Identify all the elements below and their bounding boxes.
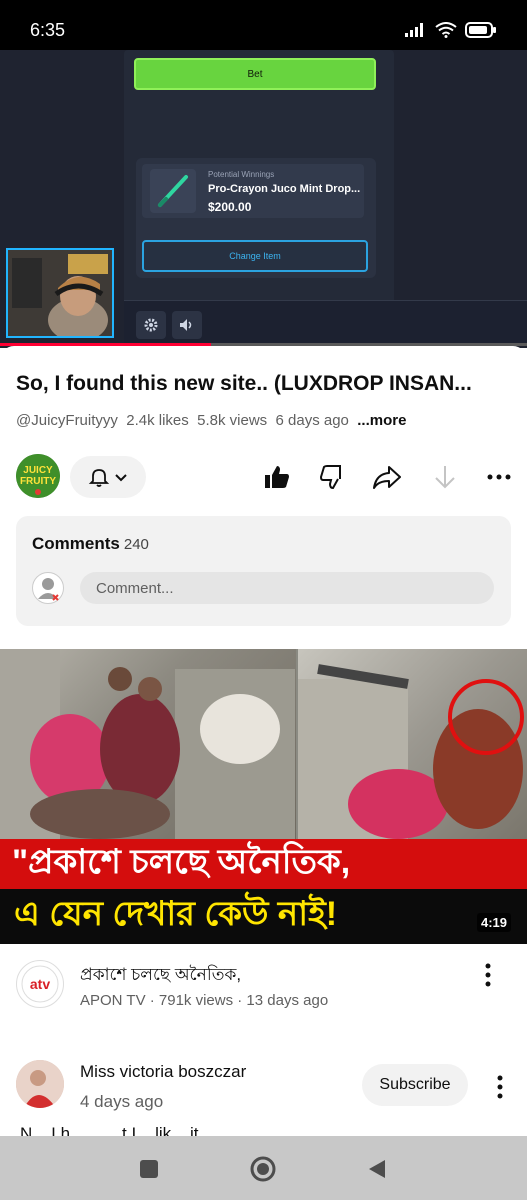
share-button[interactable] bbox=[372, 462, 402, 492]
more-link[interactable]: ...more bbox=[357, 412, 406, 429]
gear-icon bbox=[144, 318, 158, 332]
like-count: 2.4k likes bbox=[126, 412, 189, 429]
change-item-button: Change Item bbox=[142, 240, 368, 272]
potential-winnings-card: Potential Winnings Pro-Crayon Juco Mint … bbox=[136, 158, 376, 278]
item-price: $200.00 bbox=[208, 200, 252, 214]
back-triangle-icon bbox=[369, 1160, 385, 1178]
upload-age: 6 days ago bbox=[275, 412, 349, 429]
crayon-icon bbox=[158, 175, 188, 207]
video-details-sheet: So, I found this new site.. (LUXDROP INS… bbox=[0, 346, 527, 1136]
video-meta[interactable]: @JuicyFruityyy 2.4k likes 5.8k views 6 d… bbox=[16, 412, 406, 429]
more-horizontal-icon bbox=[487, 474, 511, 480]
recommended-video-thumbnail[interactable]: "প্রকাশে চলছে অনৈতিক, এ যেন দেখার কেউ না… bbox=[0, 649, 527, 944]
status-icons bbox=[405, 22, 497, 38]
channel-handle: @JuicyFruityyy bbox=[16, 412, 118, 429]
status-bar: 6:35 bbox=[0, 0, 527, 50]
atv-logo: atv bbox=[21, 965, 59, 1003]
download-button[interactable] bbox=[430, 462, 460, 492]
comments-count: 240 bbox=[123, 536, 149, 553]
wifi-icon bbox=[435, 22, 457, 38]
thumbnail-scene-left bbox=[0, 649, 295, 839]
comments-heading: Comments 240 bbox=[32, 534, 149, 554]
download-icon bbox=[435, 466, 455, 489]
rec-more-button[interactable] bbox=[478, 960, 498, 990]
notification-bell-button[interactable] bbox=[70, 456, 146, 498]
more-vertical-icon bbox=[497, 1075, 503, 1099]
svg-text:JUICY: JUICY bbox=[23, 465, 53, 476]
commenter-photo bbox=[16, 1060, 64, 1108]
commenter-avatar[interactable] bbox=[16, 1060, 64, 1108]
more-vertical-icon bbox=[485, 963, 491, 987]
system-nav-bar bbox=[0, 1136, 527, 1200]
thumbs-down-icon bbox=[319, 465, 341, 490]
dislike-button[interactable] bbox=[318, 462, 348, 492]
home-button[interactable] bbox=[248, 1154, 278, 1184]
video-player[interactable]: Bet Potential Winnings Pro-Crayon Juco M… bbox=[0, 50, 527, 348]
highlight-circle bbox=[448, 679, 524, 755]
comment-more-button[interactable] bbox=[490, 1072, 510, 1102]
rec-video-title[interactable]: প্রকাশে চলছে অনৈতিক, bbox=[80, 962, 241, 990]
more-actions-button[interactable] bbox=[484, 462, 514, 492]
item-thumbnail bbox=[150, 169, 196, 213]
comment-input[interactable]: Comment... bbox=[80, 572, 494, 604]
webcam-overlay bbox=[6, 248, 114, 338]
potential-winnings-label: Potential Winnings bbox=[208, 170, 275, 179]
view-count: 5.8k views bbox=[197, 412, 268, 429]
comment-snippet: N... I h... ... ...t I... lik... it... bbox=[20, 1124, 213, 1136]
like-button[interactable] bbox=[262, 462, 292, 492]
comments-panel[interactable]: Comments 240 Comment... bbox=[16, 516, 511, 626]
home-circle-icon bbox=[250, 1156, 276, 1182]
bell-icon bbox=[88, 469, 110, 487]
speaker-icon bbox=[180, 319, 192, 331]
share-icon bbox=[373, 466, 401, 489]
thumbnail-banner-top: "প্রকাশে চলছে অনৈতিক, bbox=[0, 839, 527, 889]
thumbs-up-icon bbox=[265, 466, 289, 488]
avatar-icon bbox=[38, 578, 59, 601]
winnings-item: Potential Winnings Pro-Crayon Juco Mint … bbox=[142, 164, 364, 218]
status-time: 6:35 bbox=[30, 20, 66, 40]
svg-text:atv: atv bbox=[30, 976, 50, 992]
thumbnail-image-left bbox=[0, 649, 296, 839]
chevron-down-icon bbox=[115, 474, 127, 482]
signal-icon bbox=[405, 23, 423, 37]
comment-time: 4 days ago bbox=[80, 1092, 164, 1111]
item-name: Pro-Crayon Juco Mint Drop... bbox=[208, 183, 361, 195]
action-row: JUICY FRUITY bbox=[0, 450, 527, 498]
svg-text:FRUITY: FRUITY bbox=[20, 476, 56, 487]
comments-title: Comments bbox=[32, 534, 120, 553]
thumbnail-banner-bottom: এ যেন দেখার কেউ নাই! bbox=[0, 889, 527, 944]
commenter-name[interactable]: Miss victoria boszczar bbox=[80, 1062, 246, 1082]
bet-panel: Bet Potential Winnings Pro-Crayon Juco M… bbox=[124, 50, 394, 340]
user-avatar bbox=[32, 572, 64, 604]
channel-logo: JUICY FRUITY bbox=[16, 454, 60, 498]
player-controls bbox=[124, 300, 527, 344]
battery-icon bbox=[465, 22, 496, 38]
bet-button: Bet bbox=[134, 58, 376, 90]
video-duration: 4:19 bbox=[476, 913, 511, 932]
settings-control[interactable] bbox=[136, 311, 166, 339]
channel-avatar[interactable]: JUICY FRUITY bbox=[16, 454, 60, 498]
rec-channel-avatar[interactable]: atv bbox=[16, 960, 64, 1008]
recents-button[interactable] bbox=[134, 1154, 164, 1184]
back-button[interactable] bbox=[362, 1154, 392, 1184]
square-icon bbox=[140, 1160, 158, 1178]
video-title[interactable]: So, I found this new site.. (LUXDROP INS… bbox=[16, 372, 516, 396]
subscribe-button[interactable]: Subscribe bbox=[362, 1064, 468, 1106]
volume-control[interactable] bbox=[172, 311, 202, 339]
rec-video-meta: APON TV · 791k views · 13 days ago bbox=[80, 992, 329, 1009]
streamer-image bbox=[8, 250, 112, 336]
